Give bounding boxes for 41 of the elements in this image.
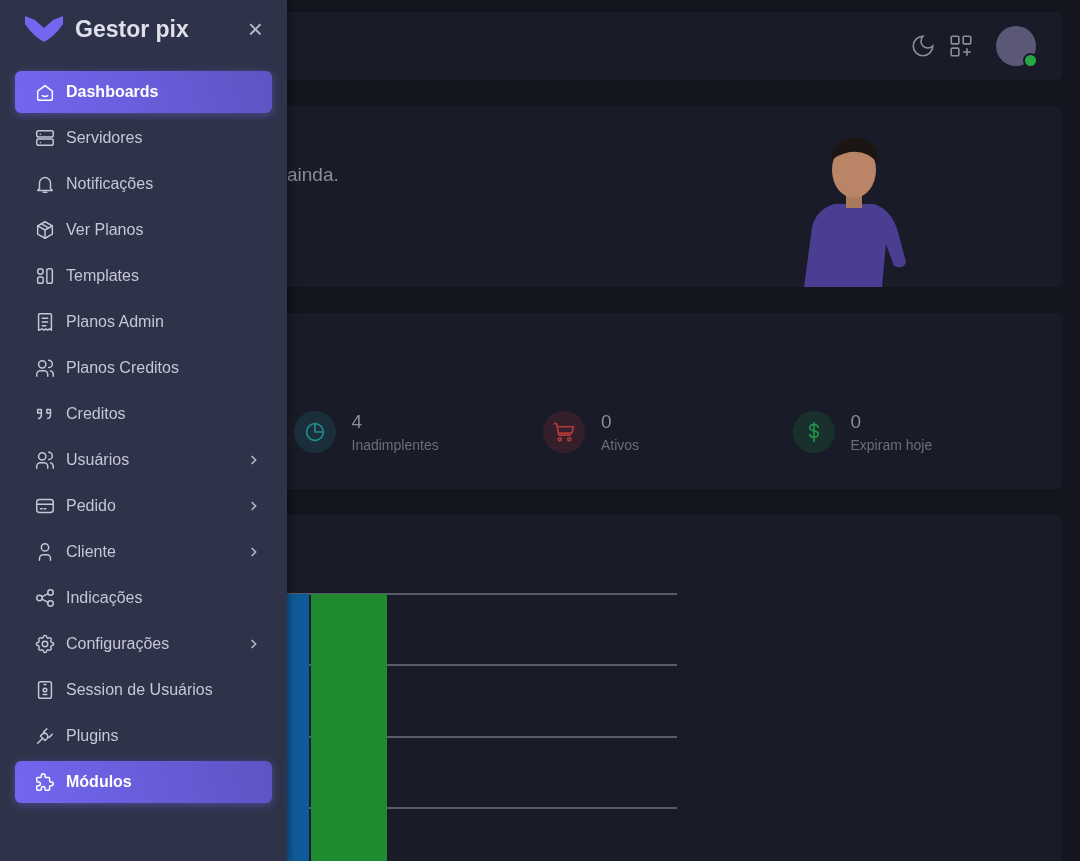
- add-apps-icon[interactable]: [948, 33, 974, 59]
- menu-item[interactable]: Notificações: [15, 163, 272, 205]
- menu-item[interactable]: Cliente: [15, 531, 272, 573]
- puzzle-icon: [34, 771, 56, 793]
- menu-item[interactable]: Session de Usuários: [15, 669, 272, 711]
- stat-value: 0: [601, 411, 613, 433]
- users-icon: [34, 357, 56, 379]
- users-icon: [34, 449, 56, 471]
- close-button[interactable]: ×: [247, 16, 263, 42]
- plug-icon: [34, 725, 56, 747]
- moon-icon[interactable]: [910, 33, 936, 59]
- menu-item[interactable]: Dashboards: [15, 71, 272, 113]
- menu-item[interactable]: Servidores: [15, 117, 272, 159]
- server-icon: [34, 127, 56, 149]
- pie-chart-icon: [293, 411, 336, 453]
- menu-item[interactable]: Módulos: [15, 761, 272, 803]
- stat-label: Expiram hoje: [850, 437, 933, 453]
- stat-value: 4: [351, 411, 364, 433]
- stat-label: Inadimplentes: [351, 437, 439, 453]
- layout-icon: [34, 265, 56, 287]
- brand-name: Gestor pix: [75, 15, 190, 43]
- box-icon: [34, 219, 56, 241]
- logo-icon: [25, 16, 63, 42]
- menu-item[interactable]: Indicações: [15, 577, 272, 619]
- menu-item[interactable]: Configurações: [15, 623, 272, 665]
- menu-item[interactable]: Planos Admin: [15, 301, 272, 343]
- stat-value: 0: [850, 411, 863, 433]
- welcome-text: ainda.: [287, 164, 339, 186]
- menu-item[interactable]: Plugins: [15, 715, 272, 757]
- avatar[interactable]: [996, 26, 1036, 66]
- menu-item[interactable]: Planos Creditos: [15, 347, 272, 389]
- cart-icon: [543, 411, 585, 453]
- share-icon: [34, 587, 56, 609]
- dollar-icon: [792, 411, 835, 453]
- menu-item[interactable]: Pedido: [15, 485, 272, 527]
- menu-item[interactable]: Usuários: [15, 439, 272, 481]
- settings-icon: [34, 633, 56, 655]
- stat-label: Ativos: [601, 437, 640, 453]
- menu-item[interactable]: Templates: [15, 255, 272, 297]
- menu-item[interactable]: Ver Planos: [15, 209, 272, 251]
- menu-item[interactable]: Creditos: [15, 393, 272, 435]
